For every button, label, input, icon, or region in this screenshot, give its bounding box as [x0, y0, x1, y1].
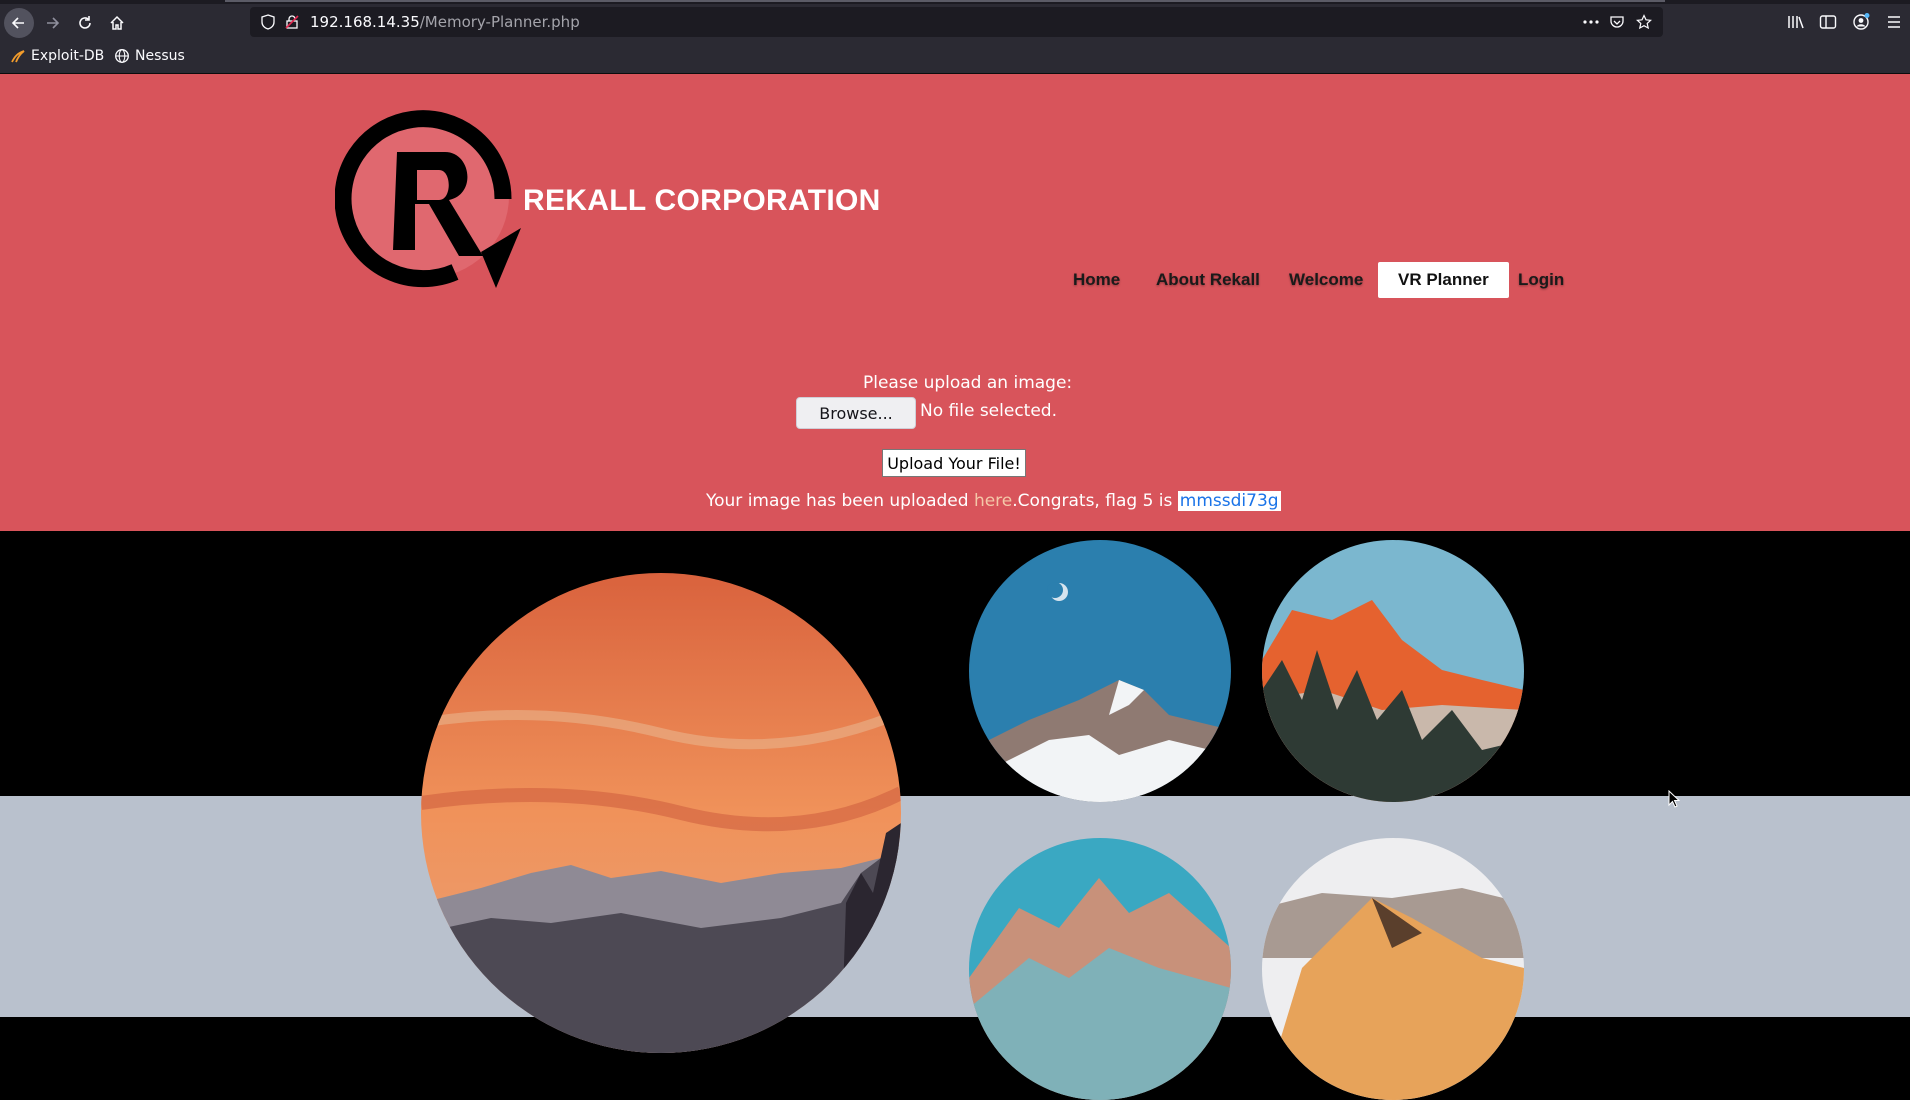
home-button[interactable]: [102, 8, 132, 38]
uploaded-file-link[interactable]: here: [974, 491, 1012, 511]
nav-login[interactable]: Login: [1518, 262, 1564, 298]
bookmark-nessus[interactable]: Nessus: [114, 48, 185, 64]
bookmark-label: Nessus: [135, 48, 185, 64]
tab-indicator: [225, 0, 1665, 2]
url-host: 192.168.14.35: [310, 13, 420, 31]
insecure-lock-icon[interactable]: [284, 14, 300, 30]
gallery-band-light: [0, 796, 1910, 1017]
brand-title: REKALL CORPORATION: [523, 184, 881, 217]
globe-icon: [115, 49, 129, 63]
bookmark-star-icon[interactable]: [1636, 14, 1652, 30]
file-status: No file selected.: [920, 401, 1057, 421]
gallery-band-dark: [0, 531, 1910, 796]
bookmark-label: Exploit-DB: [31, 48, 105, 64]
mouse-cursor-icon: [1668, 790, 1680, 808]
nav-home[interactable]: Home: [1073, 262, 1120, 298]
nav-welcome[interactable]: Welcome: [1289, 262, 1363, 298]
flag-value[interactable]: mmssdi73g: [1177, 491, 1281, 511]
result-suffix: .Congrats, flag 5 is: [1012, 491, 1178, 511]
url-bar[interactable]: 192.168.14.35/Memory-Planner.php: [250, 7, 1663, 37]
sidebar-icon[interactable]: [1819, 14, 1837, 30]
exploit-db-icon: [11, 50, 25, 63]
arrow-right-icon: [47, 17, 60, 29]
arrow-left-icon: [11, 17, 24, 29]
gallery-image-snowy-ridge-sunrise: [1262, 838, 1524, 1100]
bookmark-exploit-db[interactable]: Exploit-DB: [10, 48, 104, 64]
upload-prompt: Please upload an image:: [863, 373, 1073, 393]
library-icon[interactable]: [1787, 14, 1805, 30]
pocket-icon[interactable]: [1609, 14, 1625, 30]
result-prefix: Your image has been uploaded: [706, 491, 974, 511]
home-icon: [110, 15, 124, 30]
upload-submit-button[interactable]: Upload Your File!: [882, 449, 1026, 477]
gallery-image-orange-cliffs-forest: [1262, 540, 1524, 802]
gallery-image-sunset-mountains: [421, 573, 901, 1053]
shield-icon[interactable]: [260, 14, 276, 30]
hero-section: REKALL CORPORATION Home About Rekall Wel…: [0, 74, 1910, 531]
menu-icon[interactable]: [1886, 14, 1902, 30]
nav-about-rekall[interactable]: About Rekall: [1156, 262, 1260, 298]
gallery-image-turquoise-peaks: [969, 838, 1231, 1100]
browser-toolbar: 192.168.14.35/Memory-Planner.php: [0, 4, 1910, 40]
rekall-logo: [335, 110, 521, 288]
upload-result: Your image has been uploaded here.Congra…: [706, 491, 1281, 511]
url-text[interactable]: 192.168.14.35/Memory-Planner.php: [310, 13, 580, 31]
more-actions-icon[interactable]: [1582, 18, 1600, 26]
bookmarks-toolbar: Exploit-DB Nessus: [0, 40, 1910, 74]
url-path: /Memory-Planner.php: [419, 13, 580, 31]
browse-button[interactable]: Browse...: [796, 397, 916, 429]
reload-icon: [79, 16, 91, 29]
nav-vr-planner[interactable]: VR Planner: [1378, 262, 1509, 298]
gallery-image-blue-sky-moon-peak: [969, 540, 1231, 802]
back-button[interactable]: [4, 8, 34, 38]
account-icon[interactable]: [1851, 12, 1871, 32]
page-content: REKALL CORPORATION Home About Rekall Wel…: [0, 74, 1910, 1017]
reload-button[interactable]: [70, 8, 100, 38]
forward-button[interactable]: [37, 8, 67, 38]
